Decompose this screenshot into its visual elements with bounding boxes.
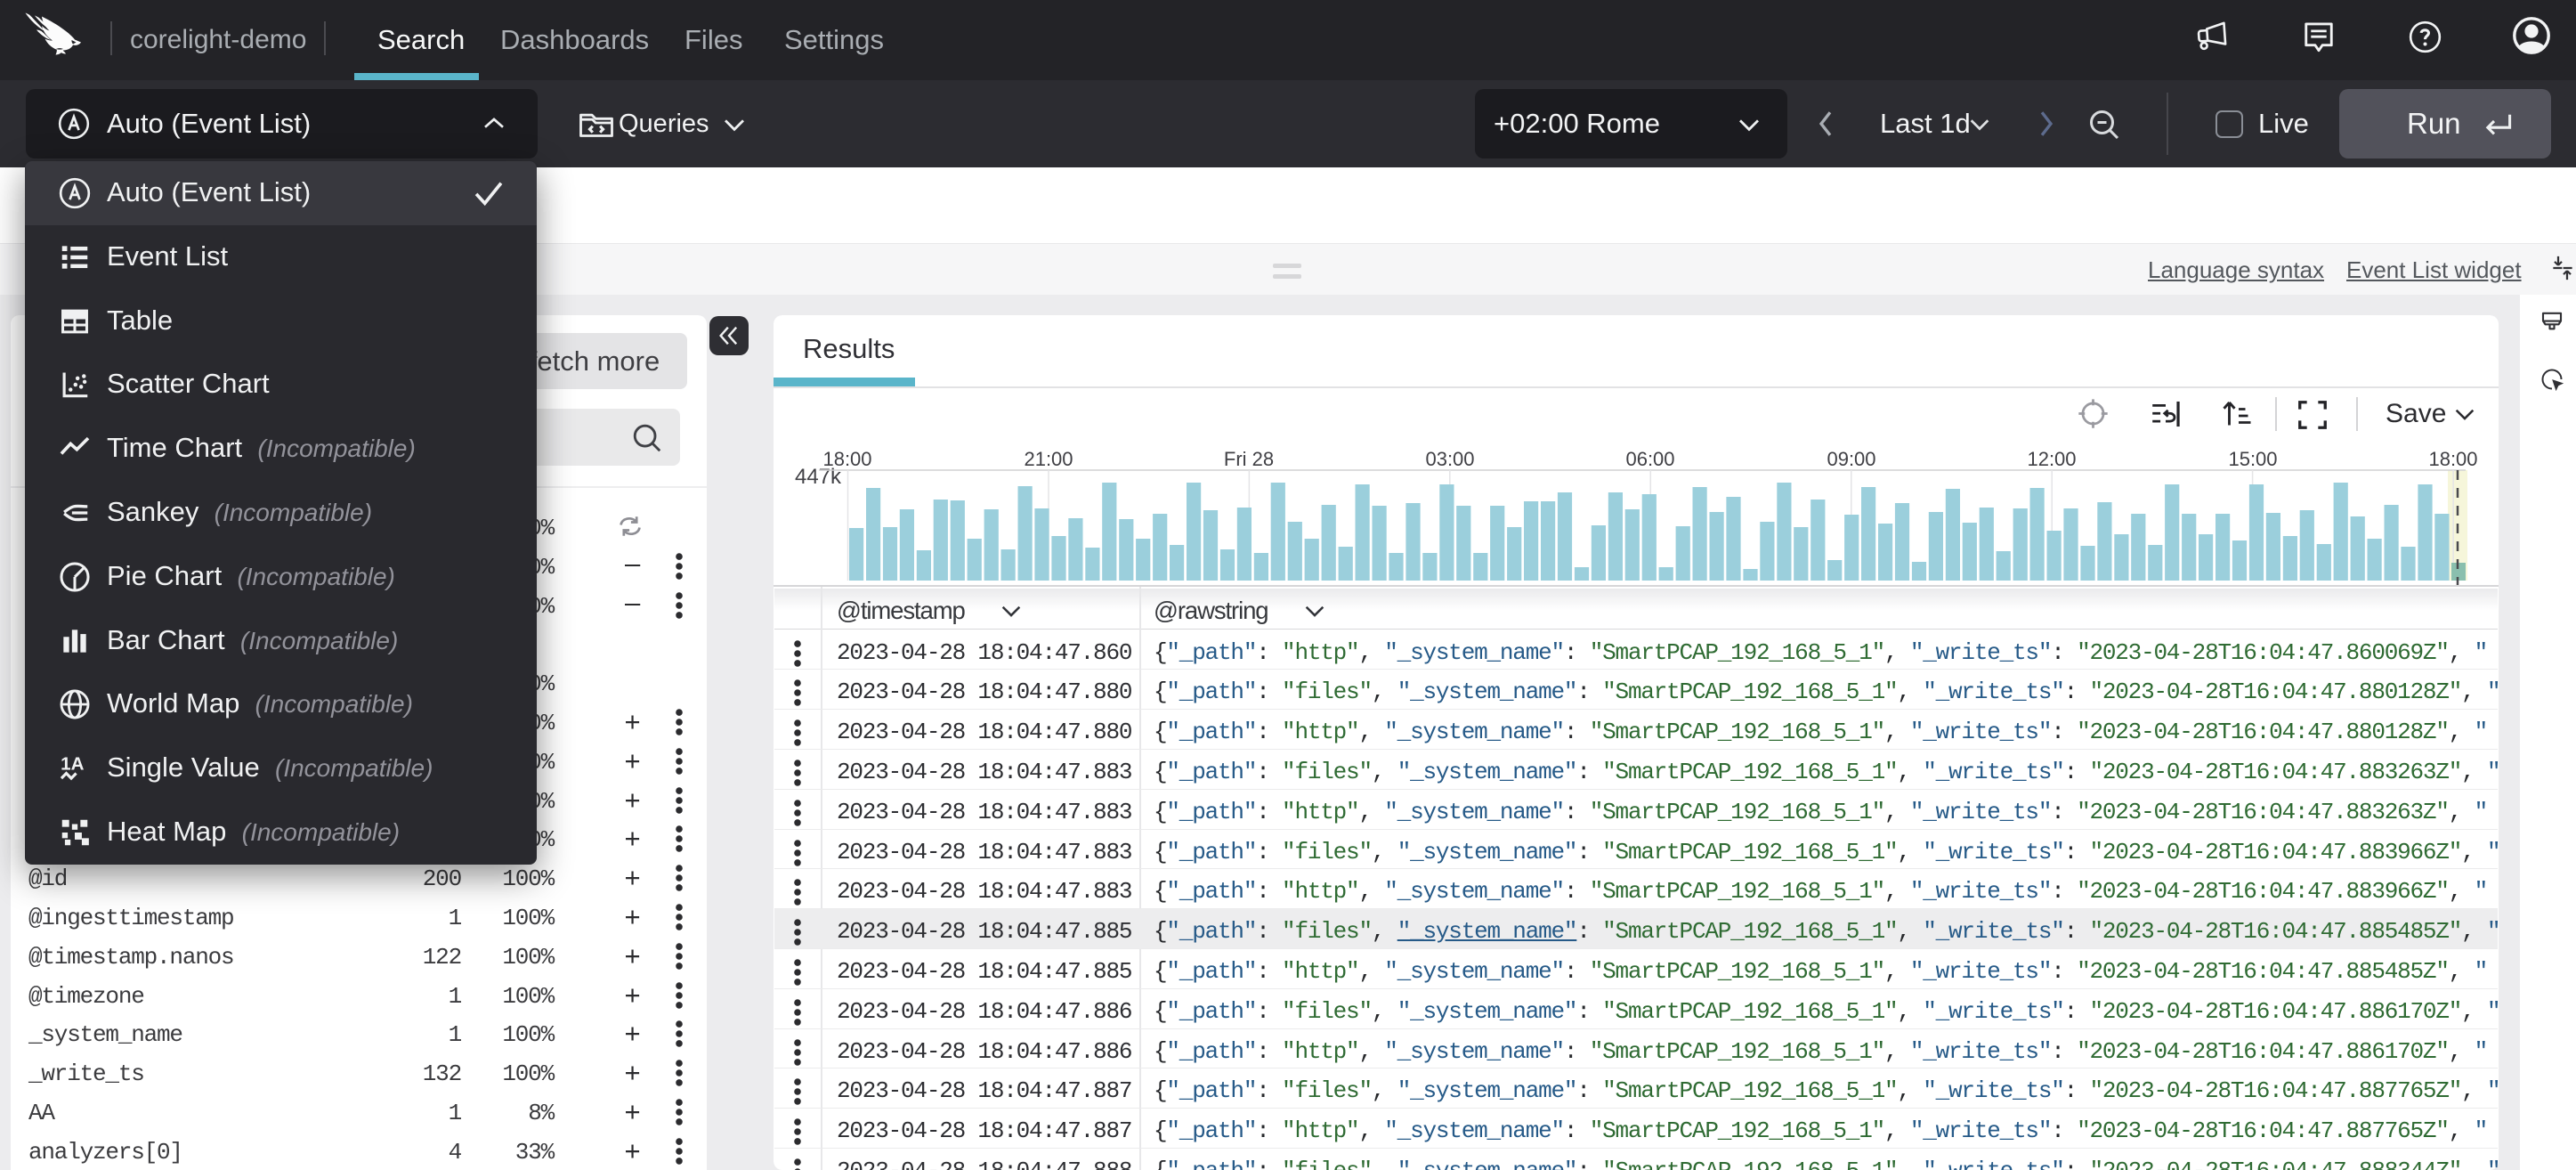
svg-text:1A: 1A bbox=[61, 754, 84, 775]
